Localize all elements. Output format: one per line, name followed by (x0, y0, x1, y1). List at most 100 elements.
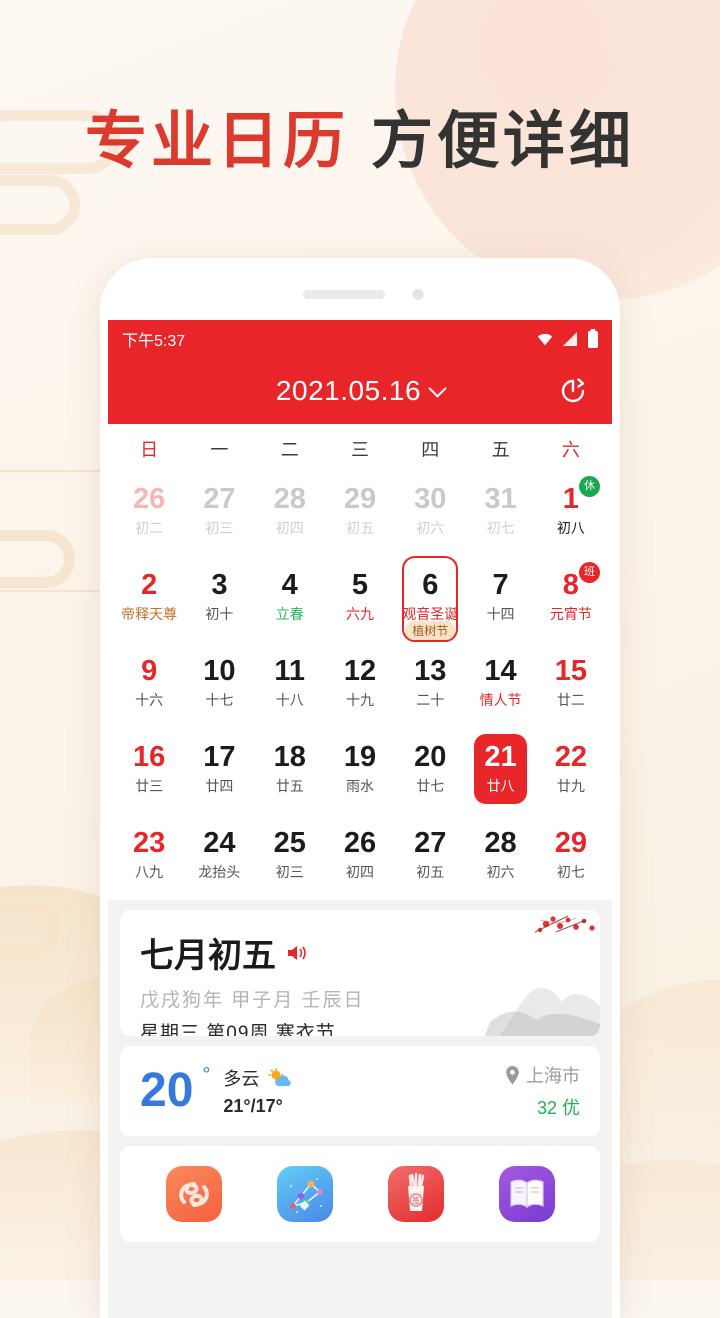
calendar-day-cell[interactable]: 29 初七 (536, 812, 606, 898)
calendar-week-row: 2 帝释天尊 3 初十 4 立春 5 六九 6 观音圣诞 植树节 7 十四 8 元宵节 班 (108, 554, 612, 642)
weekday-header: 一 (210, 440, 229, 460)
zodiac-app-icon[interactable] (165, 1166, 222, 1222)
weekday-header: 三 (350, 440, 369, 460)
lunar-day-label: 初四 (345, 863, 374, 880)
lunar-day-label: 廿五 (275, 777, 304, 794)
calendar-day-cell[interactable]: 26 初四 (325, 812, 395, 898)
weekday-header: 四 (421, 440, 440, 460)
calendar-day-cell[interactable]: 18 廿五 (255, 726, 325, 812)
temperature-value: 20 (140, 1064, 194, 1117)
signal-icon (563, 332, 577, 346)
calendar-day-cell[interactable]: 22 廿九 (536, 726, 606, 812)
day-number: 4 (281, 569, 298, 602)
calendar-day-cell[interactable]: 13 二十 (395, 640, 465, 726)
calendar-day-cell[interactable]: 6 观音圣诞 植树节 (395, 554, 465, 642)
calendar-week-row: 9 十六 10 十七 11 十八 12 十九 13 二十 14 情人节 15 廿二 (108, 640, 612, 726)
calendar-day-cell[interactable]: 14 情人节 (465, 640, 535, 726)
calendar-day-cell[interactable]: 26 初二 (114, 468, 184, 554)
battery-icon (588, 330, 598, 348)
calendar-day-cell[interactable]: 20 廿七 (395, 726, 465, 812)
day-number: 10 (203, 655, 236, 688)
day-number: 27 (414, 827, 447, 860)
calendar-day-cell[interactable]: 16 廿三 (114, 726, 184, 812)
ganzhi-label: 戊戌狗年 甲子月 壬辰日 (140, 990, 365, 1011)
speaker-icon[interactable] (286, 943, 308, 963)
lunar-day-label: 帝释天尊 (121, 605, 178, 622)
calendar-day-cell[interactable]: 27 初五 (395, 812, 465, 898)
day-number: 29 (343, 483, 377, 516)
calendar-day-cell[interactable]: 8 元宵节 班 (536, 554, 606, 640)
calendar-grid: 日 一 二 三 四 五 六 26 初二 27 初三 28 初四 29 初五 30 初六 31 初七 1 初八 休 2 帝释天… (108, 424, 612, 900)
lunar-day-label: 初十 (205, 605, 234, 622)
calendar-day-cell[interactable]: 11 十八 (255, 640, 325, 726)
lunar-day-label: 情人节 (479, 691, 522, 708)
lunar-day-label: 立春 (275, 605, 304, 622)
cloud-decoration (0, 530, 75, 588)
day-number: 11 (274, 655, 306, 688)
day-number: 24 (203, 827, 236, 860)
wifi-icon (537, 333, 553, 345)
lunar-day-label: 廿八 (486, 777, 515, 794)
lunar-day-label: 十七 (205, 691, 234, 708)
lunar-day-label: 廿九 (556, 777, 585, 794)
lunar-day-label: 初四 (275, 519, 304, 536)
day-number: 21 (484, 741, 517, 774)
calendar-day-cell[interactable]: 31 初七 (465, 468, 535, 554)
day-number: 15 (554, 655, 587, 688)
day-number: 28 (273, 483, 306, 516)
calendar-day-cell[interactable]: 28 初四 (255, 468, 325, 554)
weekday-header: 日 (140, 440, 159, 460)
lunar-day-label: 八九 (135, 863, 164, 880)
date-selector[interactable]: 2021.05.16 (276, 375, 447, 407)
day-number: 7 (492, 569, 509, 602)
dream-book-app-icon[interactable] (498, 1166, 555, 1222)
weather-city: 上海市 (505, 1062, 580, 1088)
calendar-day-cell[interactable]: 4 立春 (255, 554, 325, 640)
calendar-day-cell[interactable]: 17 廿四 (184, 726, 254, 812)
lunar-day-label: 十六 (135, 691, 164, 708)
lunar-info-card[interactable]: 七月初五 戊戌狗年 甲子月 壬辰日 星期三 第09周 寒衣节 (120, 910, 600, 1036)
calendar-day-cell[interactable]: 1 初八 休 (536, 468, 606, 554)
calendar-day-cell[interactable]: 9 十六 (114, 640, 184, 726)
calendar-day-cell[interactable]: 24 龙抬头 (184, 812, 254, 898)
day-number: 31 (484, 483, 517, 516)
calendar-day-cell[interactable]: 28 初六 (465, 812, 535, 898)
phone-top-bezel (100, 258, 620, 320)
weather-card[interactable]: 20 ° 多云 21°/17° 上海市 32 优 (120, 1046, 600, 1136)
phone-camera (412, 289, 424, 300)
calendar-day-cell[interactable]: 23 八九 (114, 812, 184, 898)
lunar-day-label: 初八 (556, 519, 585, 536)
day-number: 16 (133, 741, 166, 774)
day-number: 13 (414, 655, 447, 688)
calendar-day-cell[interactable]: 30 初六 (395, 468, 465, 554)
fortune-sticks-app-icon[interactable]: 签 (387, 1166, 444, 1222)
constellation-app-icon[interactable] (276, 1166, 333, 1222)
weekday-header: 六 (561, 440, 580, 460)
lunar-day-label: 廿三 (135, 777, 164, 794)
calendar-day-cell[interactable]: 21 廿八 (465, 726, 535, 812)
calendar-day-cell[interactable]: 25 初三 (255, 812, 325, 898)
calendar-day-cell[interactable]: 3 初十 (184, 554, 254, 640)
calendar-day-cell[interactable]: 12 十九 (325, 640, 395, 726)
day-number: 28 (484, 827, 517, 860)
calendar-day-cell[interactable]: 7 十四 (465, 554, 535, 640)
weekday-header: 二 (280, 440, 299, 460)
calendar-day-cell[interactable]: 27 初三 (184, 468, 254, 554)
page-headline: 专业日历 方便详细 (0, 90, 720, 180)
calendar-week-row: 26 初二 27 初三 28 初四 29 初五 30 初六 31 初七 1 初八 休 (108, 468, 612, 554)
refresh-icon[interactable] (556, 374, 590, 408)
calendar-day-cell[interactable]: 2 帝释天尊 (114, 554, 184, 640)
chevron-down-icon (428, 378, 447, 398)
day-number: 26 (343, 827, 377, 860)
calendar-day-cell[interactable]: 15 廿二 (536, 640, 606, 726)
calendar-day-cell[interactable]: 19 雨水 (325, 726, 395, 812)
rest-day-badge: 休 (578, 476, 600, 497)
calendar-day-cell[interactable]: 5 六九 (325, 554, 395, 640)
day-number: 25 (273, 827, 306, 860)
lunar-day-label: 廿二 (556, 691, 585, 708)
shortcut-row: 签 (120, 1146, 600, 1242)
lunar-day-label: 初三 (205, 519, 234, 536)
day-number: 19 (343, 741, 377, 774)
calendar-day-cell[interactable]: 29 初五 (325, 468, 395, 554)
calendar-day-cell[interactable]: 10 十七 (184, 640, 254, 726)
